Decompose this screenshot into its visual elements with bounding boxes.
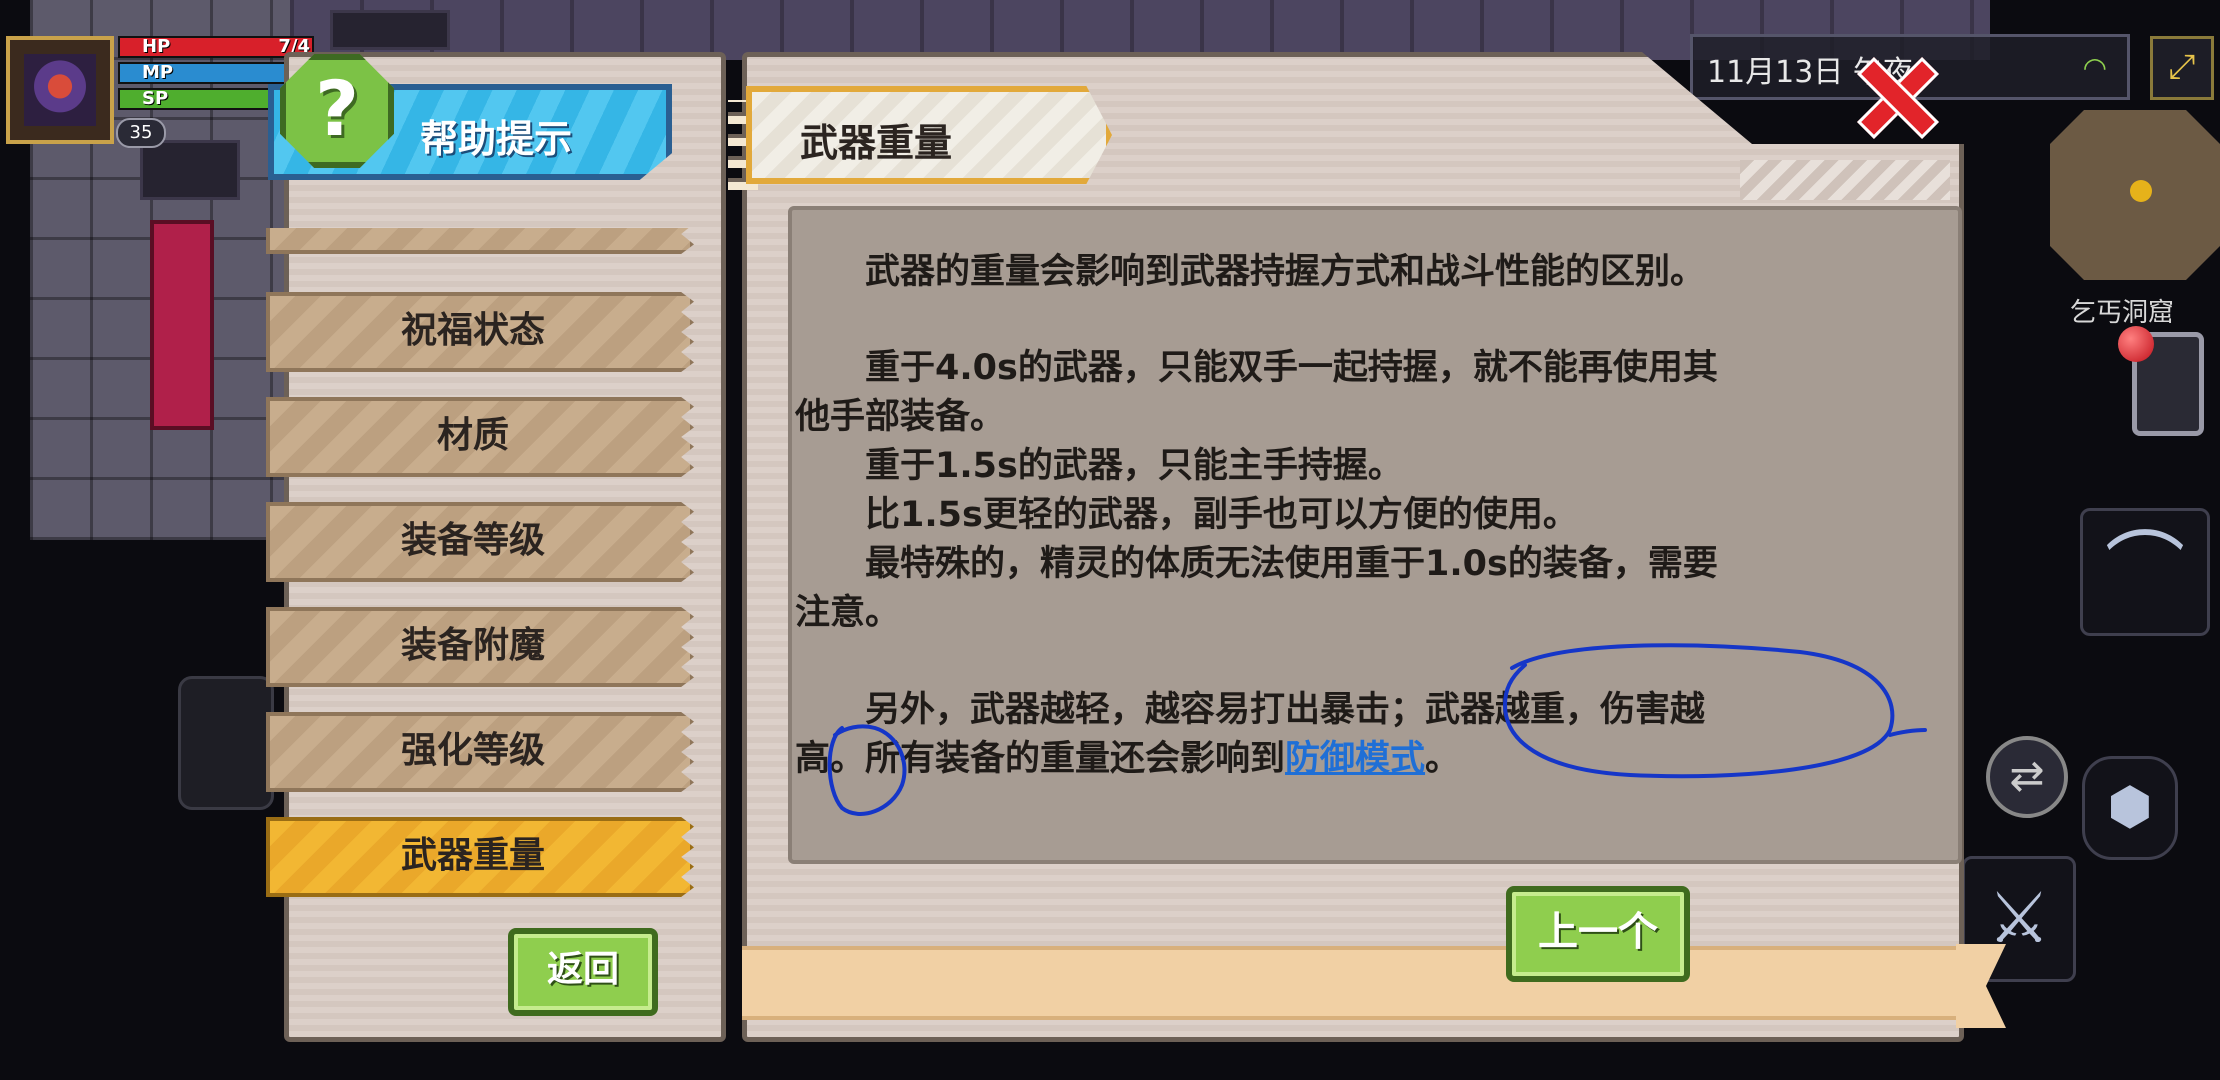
paragraph-1: 武器的重量会影响到武器持握方式和战斗性能的区别。 <box>830 248 1930 297</box>
paragraph-6: 另外，武器越轻，越容易打出暴击；武器越重，伤害越高。所有装备的重量还会影响到防御… <box>795 686 1930 784</box>
location-name: 乞丐洞窟 <box>2070 298 2175 328</box>
paragraph-2-line-1: 重于4.0s的武器，只能双手一起持握，就不能再使用其 <box>865 348 1718 388</box>
topic-label: 装备等级 <box>400 520 545 561</box>
paragraph-2: 重于4.0s的武器，只能双手一起持握，就不能再使用其他手部装备。 <box>795 344 1930 442</box>
article-title: 武器重量 <box>800 121 953 165</box>
paragraph-5-line-2: 注意。 <box>795 593 901 633</box>
paragraph-5-line-1: 最特殊的，精灵的体质无法使用重于1.0s的装备，需要 <box>865 544 1718 584</box>
article-body: 武器的重量会影响到武器持握方式和战斗性能的区别。 重于4.0s的武器，只能双手一… <box>788 206 1962 864</box>
paragraph-3: 重于1.5s的武器，只能主手持握。 <box>830 442 1930 491</box>
topic-weapon-weight[interactable]: 武器重量 <box>266 817 694 897</box>
fullscreen-toggle-icon[interactable]: ⤢ <box>2150 36 2214 100</box>
decor-tile <box>330 10 450 50</box>
paragraph-6-end: 。 <box>1425 739 1461 779</box>
previous-button[interactable]: 上一个 <box>1506 886 1690 982</box>
question-mark-icon: ? <box>280 54 394 168</box>
decor-zigzag <box>1740 160 1950 200</box>
topic-label: 装备附魔 <box>400 625 545 666</box>
previous-button-label: 上一个 <box>1538 909 1658 955</box>
paragraph-3-text: 重于1.5s的武器，只能主手持握。 <box>865 446 1403 486</box>
hp-label: HP <box>142 36 171 57</box>
mp-label: MP <box>142 62 174 83</box>
minimap[interactable] <box>2050 110 2220 280</box>
decor-tile <box>140 140 240 200</box>
sp-label: SP <box>142 88 169 109</box>
paragraph-6-line-2: 高。所有装备的重量还会影响到 <box>795 739 1286 779</box>
topic-label: 祝福状态 <box>400 310 545 351</box>
topic-upgrade-level[interactable]: 强化等级 <box>266 712 694 792</box>
paragraph-2-line-2: 他手部装备。 <box>795 397 1006 437</box>
hero-face-icon <box>24 54 96 126</box>
bow-weapon-icon[interactable]: ⌒ <box>2080 508 2210 636</box>
decor-pillar <box>150 220 214 430</box>
character-portrait[interactable] <box>6 36 114 144</box>
help-title: 帮助提示 <box>420 117 573 161</box>
article-title-tab: 武器重量 <box>746 86 1112 184</box>
back-button[interactable]: 返回 <box>508 928 658 1016</box>
skill-emblem-icon[interactable]: ⬢ <box>2082 756 2178 860</box>
paragraph-6-line-1: 另外，武器越轻，越容易打出暴击；武器越重，伤害越 <box>865 690 1706 730</box>
topic-blessing[interactable]: 祝福状态 <box>266 292 694 372</box>
topic-label: 强化等级 <box>400 730 545 771</box>
topic-material[interactable]: 材质 <box>266 397 694 477</box>
wifi-icon: ◠ <box>2082 51 2107 84</box>
topic-label: 材质 <box>436 415 509 456</box>
paragraph-4-text: 比1.5s更轻的武器，副手也可以方便的使用。 <box>865 495 1578 535</box>
topic-label: 武器重量 <box>400 835 545 876</box>
close-icon[interactable] <box>1856 56 1932 132</box>
defense-mode-link[interactable]: 防御模式 <box>1285 739 1425 779</box>
player-marker-icon <box>2130 180 2152 202</box>
paragraph-1-text: 武器的重量会影响到武器持握方式和战斗性能的区别。 <box>865 252 1706 292</box>
topic-equipment-level[interactable]: 装备等级 <box>266 502 694 582</box>
topic-quality[interactable]: 品质 <box>266 228 694 254</box>
help-topic-list[interactable]: 品质 祝福状态 材质 装备等级 装备附魔 强化等级 武器重量 <box>266 228 696 914</box>
paragraph-5: 最特殊的，精灵的体质无法使用重于1.0s的装备，需要注意。 <box>795 540 1930 638</box>
topic-label: 品质 <box>270 228 676 250</box>
back-button-label: 返回 <box>546 949 619 990</box>
topic-enchantment[interactable]: 装备附魔 <box>266 607 694 687</box>
notification-orb-icon <box>2118 326 2154 362</box>
movement-pad[interactable] <box>178 676 274 810</box>
swap-icon[interactable]: ⇄ <box>1986 736 2068 818</box>
question-mark-symbol: ? <box>314 64 360 153</box>
paragraph-4: 比1.5s更轻的武器，副手也可以方便的使用。 <box>830 491 1930 540</box>
footer-ribbon <box>742 946 1962 1020</box>
level-badge: 35 <box>116 118 166 148</box>
